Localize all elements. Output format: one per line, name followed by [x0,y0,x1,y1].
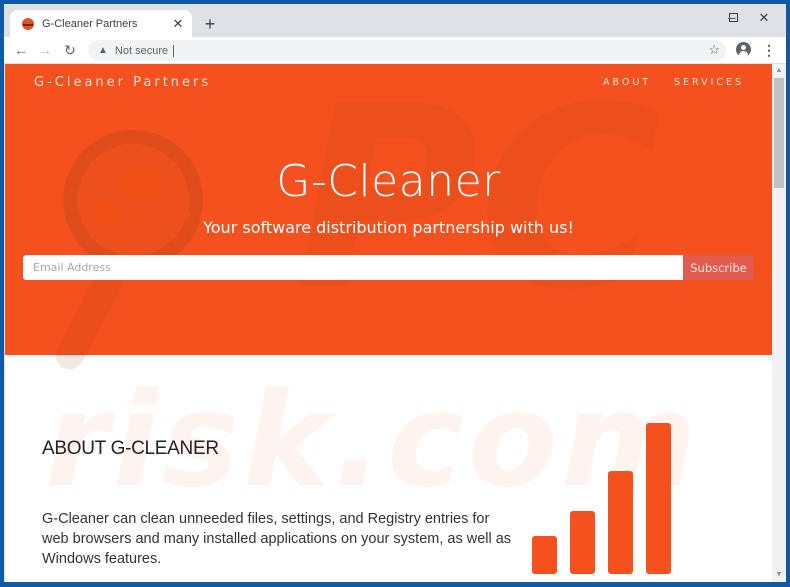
nav-link-services[interactable]: SERVICES [674,77,744,88]
scroll-down-arrow-icon[interactable]: ▼ [772,568,786,582]
reload-button[interactable]: ↻ [60,40,80,60]
page-viewport: PC G-Cleaner Partners ABOUT SERVICES G-C… [5,64,772,582]
back-button[interactable]: ← [11,40,31,60]
vertical-scrollbar[interactable]: ▲ ▼ [772,64,786,582]
growth-bar [570,511,595,574]
email-input[interactable] [23,255,683,280]
scroll-thumb[interactable] [774,78,784,188]
tab-title: G-Cleaner Partners [42,17,138,30]
tab-strip: G-Cleaner Partners ✕ + – ✕ [4,4,786,37]
growth-bar [608,471,633,574]
security-status[interactable]: Not secure [115,45,168,57]
close-window-button[interactable]: ✕ [749,7,779,29]
site-favicon-icon [22,17,34,30]
about-paragraph: G-Cleaner can clean unneeded files, sett… [42,511,512,567]
brand-logo[interactable]: G-Cleaner Partners [34,75,211,90]
close-tab-icon[interactable]: ✕ [170,16,186,32]
browser-menu-icon[interactable]: ⋮ [762,40,776,60]
watermark-magnifier-handle [50,263,128,375]
nav-link-about[interactable]: ABOUT [603,77,651,88]
address-bar[interactable]: ▲ Not secure ☆ [88,40,726,61]
forward-button[interactable]: → [35,40,55,60]
hero-subtitle: Your software distribution partnership w… [203,218,574,237]
warning-icon[interactable]: ▲ [98,45,108,56]
text-caret [173,44,175,57]
watermark-dot [131,206,143,218]
profile-avatar-icon[interactable] [736,42,751,57]
bookmark-star-icon[interactable]: ☆ [708,42,720,58]
scroll-up-arrow-icon[interactable]: ▲ [772,64,786,78]
maximize-icon [728,13,738,22]
browser-window: G-Cleaner Partners ✕ + – ✕ ← → ↻ ▲ Not s… [4,4,786,582]
about-heading: ABOUT G-CLEANER [42,438,219,459]
maximize-button[interactable] [718,7,748,29]
hero-section: PC G-Cleaner Partners ABOUT SERVICES G-C… [5,64,772,375]
subscribe-button[interactable]: Subscribe [683,255,754,280]
growth-bar [532,536,557,574]
browser-toolbar: ← → ↻ ▲ Not secure ☆ ⋮ [4,37,786,64]
growth-bar [646,423,671,574]
new-tab-button[interactable]: + [200,14,220,34]
tab-g-cleaner-partners[interactable]: G-Cleaner Partners ✕ [10,10,192,37]
hero-title: G-Cleaner [276,156,501,207]
